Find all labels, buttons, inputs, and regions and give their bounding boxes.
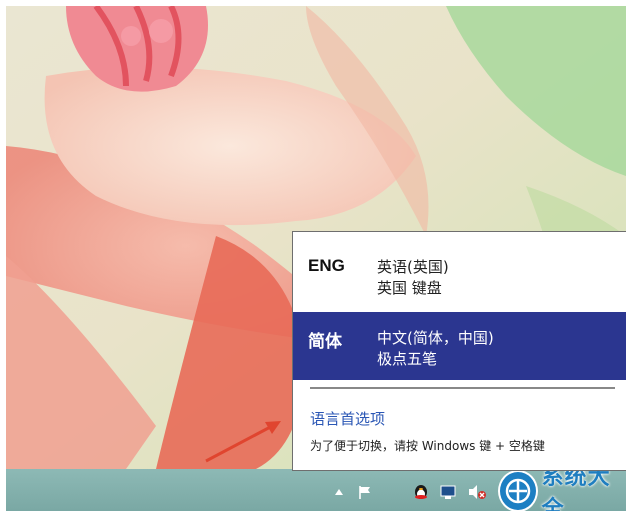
language-code: ENG (308, 256, 345, 275)
menu-divider (310, 387, 615, 389)
language-preferences-link[interactable]: 语言首选项 (310, 408, 385, 429)
language-item-chinese-simplified[interactable]: 简体 中文(简体，中国) 极点五笔 (293, 312, 626, 380)
network-icon[interactable] (438, 483, 460, 501)
watermark-logo-icon (498, 470, 538, 511)
qq-penguin-icon[interactable] (411, 483, 431, 501)
site-watermark: 系统大全 (498, 465, 626, 511)
keyboard-layout-name: 英国 键盘 (377, 279, 442, 297)
language-name: 中文(简体，中国) (377, 329, 494, 347)
action-center-flag-icon[interactable] (356, 483, 374, 501)
language-item-eng[interactable]: ENG 英语(英国) 英国 键盘 (293, 241, 626, 309)
language-code: 简体 (308, 332, 342, 352)
chevron-up-icon[interactable] (332, 483, 346, 501)
keyboard-layout-name: 极点五笔 (377, 350, 438, 368)
language-name: 英语(英国) (377, 258, 449, 276)
volume-muted-icon[interactable] (466, 483, 488, 501)
screenshot-frame: 系统大全 ENG 英语(英国) 英国 键盘 简体 中文(简体，中国) 极点五笔 … (6, 6, 626, 511)
switch-hint-text: 为了便于切换，请按 Windows 键 + 空格键 (310, 439, 545, 453)
language-switcher-popup: ENG 英语(英国) 英国 键盘 简体 中文(简体，中国) 极点五笔 语言首选项… (292, 231, 626, 471)
